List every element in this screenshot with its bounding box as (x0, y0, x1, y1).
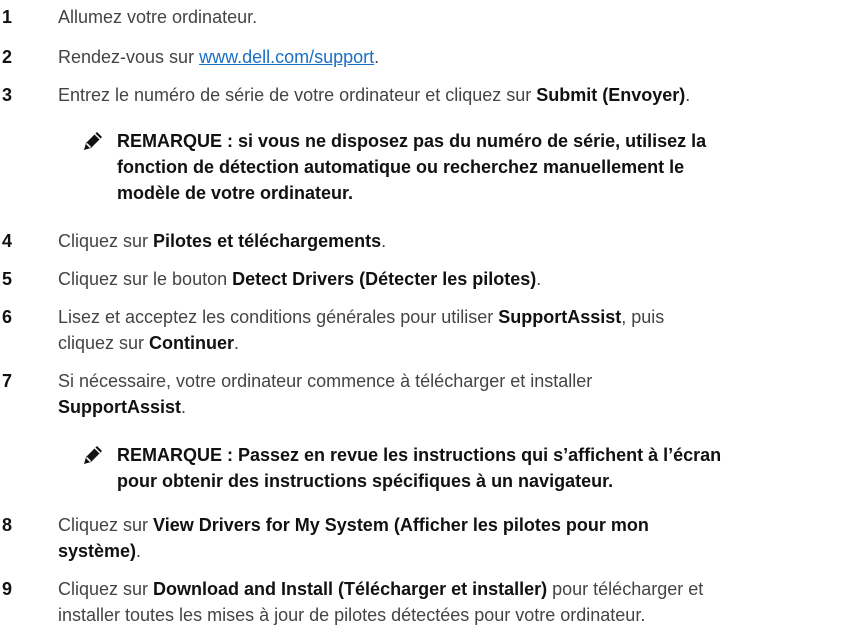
step-text-post: . (234, 333, 240, 353)
step-line-1: Si nécessaire, votre ordinateur commence… (58, 368, 844, 394)
step-text: Cliquez sur Pilotes et téléchargements. (58, 228, 844, 254)
note-line: REMARQUE : Passez en revue les instructi… (117, 445, 722, 465)
pencil-note-icon (84, 446, 102, 464)
step-line-2: installer toutes les mises à jour de pil… (58, 602, 844, 628)
step-text: Entrez le numéro de série de votre ordin… (58, 82, 844, 108)
step-line-2: système). (58, 538, 844, 564)
step-bold-term: Pilotes et téléchargements (153, 231, 382, 251)
step-text-pre: Lisez et acceptez les conditions général… (58, 307, 499, 327)
note-text: REMARQUE : Passez en revue les instructi… (117, 442, 844, 494)
dell-support-link[interactable]: www.dell.com/support (199, 47, 374, 67)
instructions-page: 1 Allumez votre ordinateur. 2 Rendez-vou… (0, 0, 844, 632)
step-text-post: . (374, 47, 380, 67)
step-bold-term: système) (58, 541, 137, 561)
step-text-pre: Cliquez sur (58, 579, 154, 599)
step-text: Allumez votre ordinateur. (58, 4, 844, 30)
step-text-post: . (136, 541, 142, 561)
step-number: 5 (2, 269, 13, 289)
step-text-pre: Rendez-vous sur (58, 47, 200, 67)
step-text-pre: Cliquez sur (58, 515, 154, 535)
step-number: 1 (2, 7, 13, 27)
step-number: 7 (2, 371, 13, 391)
step-number: 8 (2, 515, 13, 535)
step-text-post: . (381, 231, 387, 251)
note-line: fonction de détection automatique ou rec… (117, 157, 685, 177)
step-number: 4 (2, 231, 13, 251)
step-bold-term: SupportAssist (58, 397, 182, 417)
note-line: modèle de votre ordinateur. (117, 183, 354, 203)
note-line: REMARQUE : si vous ne disposez pas du nu… (117, 131, 707, 151)
step-text: Rendez-vous sur www.dell.com/support. (58, 44, 844, 70)
step-text-pre: Cliquez sur (58, 231, 154, 251)
step-text-pre: Si nécessaire, votre ordinateur commence… (58, 371, 593, 391)
step-text: Cliquez sur Download and Install (Téléch… (58, 576, 844, 628)
step-text: Cliquez sur View Drivers for My System (… (58, 512, 844, 564)
step-line-1: Lisez et acceptez les conditions général… (58, 304, 844, 330)
step-text-post: . (536, 269, 542, 289)
step-line-2: SupportAssist. (58, 394, 844, 420)
step-text: Lisez et acceptez les conditions général… (58, 304, 844, 356)
step-number: 6 (2, 307, 13, 327)
step-text-post: , puis (621, 307, 665, 327)
step-bold-term: SupportAssist (498, 307, 622, 327)
step-bold-term: Submit (Envoyer) (536, 85, 686, 105)
pencil-note-icon (84, 132, 102, 150)
step-text-pre: Entrez le numéro de série de votre ordin… (58, 85, 537, 105)
step-text-post: . (685, 85, 691, 105)
step-text-pre: installer toutes les mises à jour de pil… (58, 605, 646, 625)
step-text: Si nécessaire, votre ordinateur commence… (58, 368, 844, 420)
step-number: 2 (2, 47, 13, 67)
note-line: pour obtenir des instructions spécifique… (117, 471, 614, 491)
step-number: 9 (2, 579, 13, 599)
step-bold-term: Download and Install (Télécharger et ins… (153, 579, 548, 599)
step-text-pre: cliquez sur (58, 333, 150, 353)
step-text-post: . (181, 397, 187, 417)
step-text: Cliquez sur le bouton Detect Drivers (Dé… (58, 266, 844, 292)
step-text-post: pour télécharger et (547, 579, 704, 599)
step-text-pre: Cliquez sur le bouton (58, 269, 233, 289)
step-text-content: Allumez votre ordinateur. (58, 7, 258, 27)
step-number: 3 (2, 85, 13, 105)
step-line-1: Cliquez sur Download and Install (Téléch… (58, 576, 844, 602)
step-line-1: Cliquez sur View Drivers for My System (… (58, 512, 844, 538)
note-text: REMARQUE : si vous ne disposez pas du nu… (117, 128, 844, 206)
step-bold-term: Continuer (149, 333, 235, 353)
step-bold-term: Detect Drivers (Détecter les pilotes) (232, 269, 537, 289)
step-bold-term: View Drivers for My System (Afficher les… (153, 515, 649, 535)
step-line-2: cliquez sur Continuer. (58, 330, 844, 356)
